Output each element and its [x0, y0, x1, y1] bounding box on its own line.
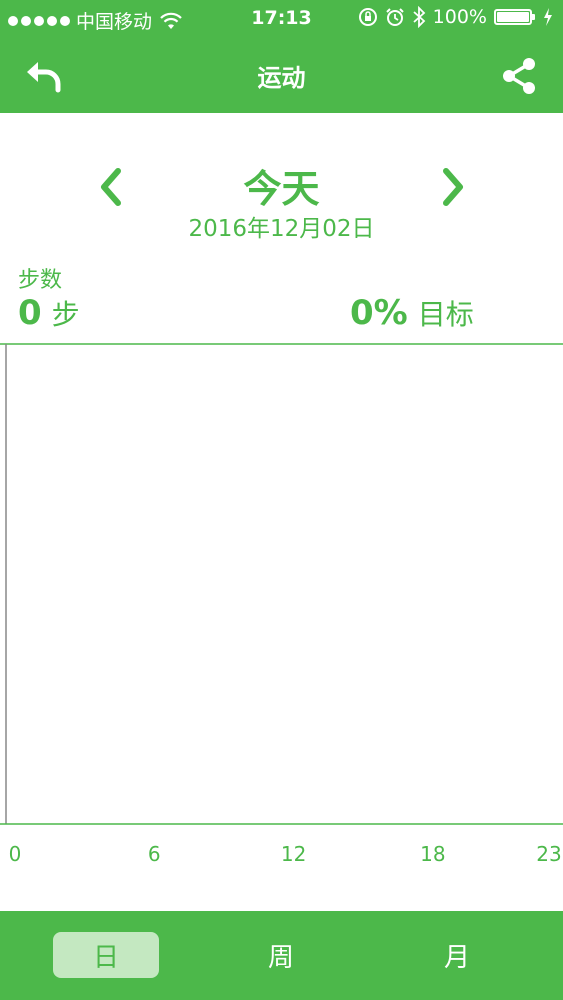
goal-unit: 目标	[417, 298, 474, 331]
header-bar: 中国移动 17:13 100% 运动	[0, 0, 563, 113]
goal-percent: 0%	[350, 293, 408, 333]
goal-value: 0% 目标	[350, 293, 474, 333]
tab-week-label: 周	[267, 942, 294, 973]
battery-icon	[494, 9, 535, 25]
chart-x-tick-label: 0	[9, 842, 22, 866]
tab-week[interactable]: 周	[228, 932, 334, 978]
date-title: 今天	[243, 167, 320, 211]
steps-label: 步数	[18, 268, 63, 293]
orientation-lock-icon	[358, 8, 377, 26]
tab-month-label: 月	[443, 942, 470, 973]
steps-chart-svg: 0 6 12 18 23	[0, 343, 563, 866]
battery-percent: 100%	[432, 6, 487, 28]
battery-fill	[497, 12, 529, 22]
date-selector: 今天 2016年12月02日	[0, 113, 563, 243]
bluetooth-icon	[413, 6, 425, 28]
status-right: 100%	[358, 6, 553, 28]
steps-count: 0	[18, 293, 42, 333]
period-tab-bar: 日 周 月	[0, 911, 563, 1000]
date-subtitle: 2016年12月02日	[188, 216, 375, 242]
screen: 中国移动 17:13 100% 运动 今天 2016年12月02日 步数 0 步…	[0, 0, 563, 1000]
steps-unit: 步	[51, 298, 80, 331]
chart-x-tick-label: 23	[536, 842, 561, 866]
chart-x-tick-label: 6	[148, 842, 161, 866]
tab-month[interactable]: 月	[404, 932, 510, 978]
tab-day[interactable]: 日	[53, 932, 159, 978]
alarm-icon	[385, 8, 404, 26]
status-bar: 中国移动 17:13 100%	[0, 0, 563, 40]
tab-day-label: 日	[92, 942, 119, 973]
share-icon[interactable]	[499, 56, 539, 96]
chart-x-tick-label: 18	[420, 842, 445, 866]
chevron-right-icon[interactable]	[438, 165, 468, 209]
page-title: 运动	[257, 64, 306, 92]
navigation-bar: 运动	[0, 40, 563, 113]
chart-x-tick-label: 12	[281, 842, 306, 866]
steps-value: 0步	[18, 293, 80, 333]
charging-icon	[544, 8, 552, 26]
steps-chart: 0 6 12 18 23	[0, 343, 563, 883]
